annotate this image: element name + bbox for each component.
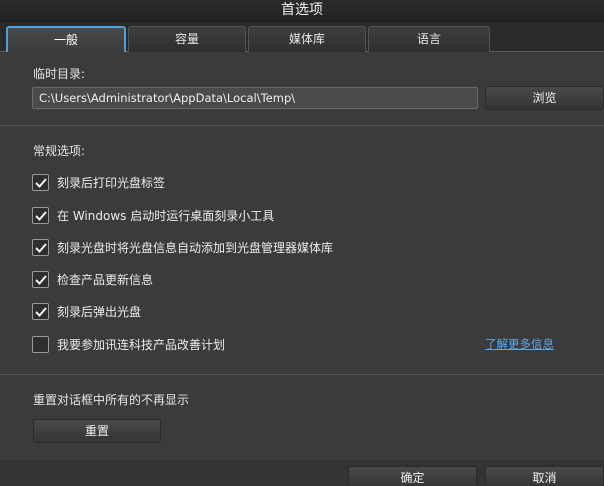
option-label: 刻录后弹出光盘 bbox=[57, 304, 142, 319]
checkbox[interactable] bbox=[32, 206, 49, 224]
temp-dir-input[interactable]: C:\Users\Administrator\AppData\Local\Tem… bbox=[32, 87, 478, 109]
learn-more-link[interactable]: 了解更多信息 bbox=[485, 336, 554, 352]
checkbox[interactable] bbox=[32, 173, 49, 191]
tab-language[interactable]: 语言 bbox=[368, 26, 490, 52]
checkbox[interactable] bbox=[32, 238, 49, 256]
preferences-dialog: 首选项 一般 容量 媒体库 语言 临时目录: C:\Users\Administ… bbox=[0, 0, 604, 486]
option-label: 刻录光盘时将光盘信息自动添加到光盘管理器媒体库 bbox=[57, 240, 334, 255]
temp-dir-label: 临时目录: bbox=[33, 67, 86, 81]
divider bbox=[0, 374, 604, 375]
checkbox[interactable] bbox=[32, 270, 49, 288]
tab-general[interactable]: 一般 bbox=[6, 26, 126, 52]
option-eject-disc[interactable]: 刻录后弹出光盘 bbox=[32, 301, 141, 321]
reset-label: 重置对话框中所有的不再显示 bbox=[33, 393, 190, 407]
option-add-to-library[interactable]: 刻录光盘时将光盘信息自动添加到光盘管理器媒体库 bbox=[32, 237, 333, 257]
checkmark-icon bbox=[35, 306, 47, 317]
cancel-button[interactable]: 取消 bbox=[485, 466, 604, 486]
option-print-label[interactable]: 刻录后打印光盘标签 bbox=[32, 172, 165, 192]
option-check-updates[interactable]: 检查产品更新信息 bbox=[32, 269, 153, 289]
tab-bar: 一般 容量 媒体库 语言 bbox=[0, 22, 604, 52]
checkmark-icon bbox=[35, 274, 47, 285]
checkmark-icon bbox=[35, 177, 47, 188]
option-label: 在 Windows 启动时运行桌面刻录小工具 bbox=[57, 208, 275, 223]
divider bbox=[0, 125, 604, 126]
checkbox[interactable] bbox=[32, 302, 49, 320]
option-improvement-program[interactable]: 我要参加讯连科技产品改善计划 bbox=[32, 334, 225, 354]
tab-capacity[interactable]: 容量 bbox=[128, 26, 246, 52]
option-label: 检查产品更新信息 bbox=[57, 272, 154, 287]
tab-media-library[interactable]: 媒体库 bbox=[248, 26, 366, 52]
checkbox[interactable] bbox=[32, 335, 49, 353]
checkmark-icon bbox=[35, 210, 47, 221]
general-options-label: 常规选项: bbox=[33, 144, 86, 158]
option-run-on-startup[interactable]: 在 Windows 启动时运行桌面刻录小工具 bbox=[32, 205, 274, 225]
browse-button[interactable]: 浏览 bbox=[485, 86, 604, 110]
ok-button[interactable]: 确定 bbox=[348, 466, 477, 486]
option-label: 刻录后打印光盘标签 bbox=[57, 175, 166, 190]
checkmark-icon bbox=[35, 242, 47, 253]
window-title: 首选项 bbox=[0, 0, 604, 22]
option-label: 我要参加讯连科技产品改善计划 bbox=[57, 337, 226, 352]
reset-button[interactable]: 重置 bbox=[33, 419, 161, 443]
